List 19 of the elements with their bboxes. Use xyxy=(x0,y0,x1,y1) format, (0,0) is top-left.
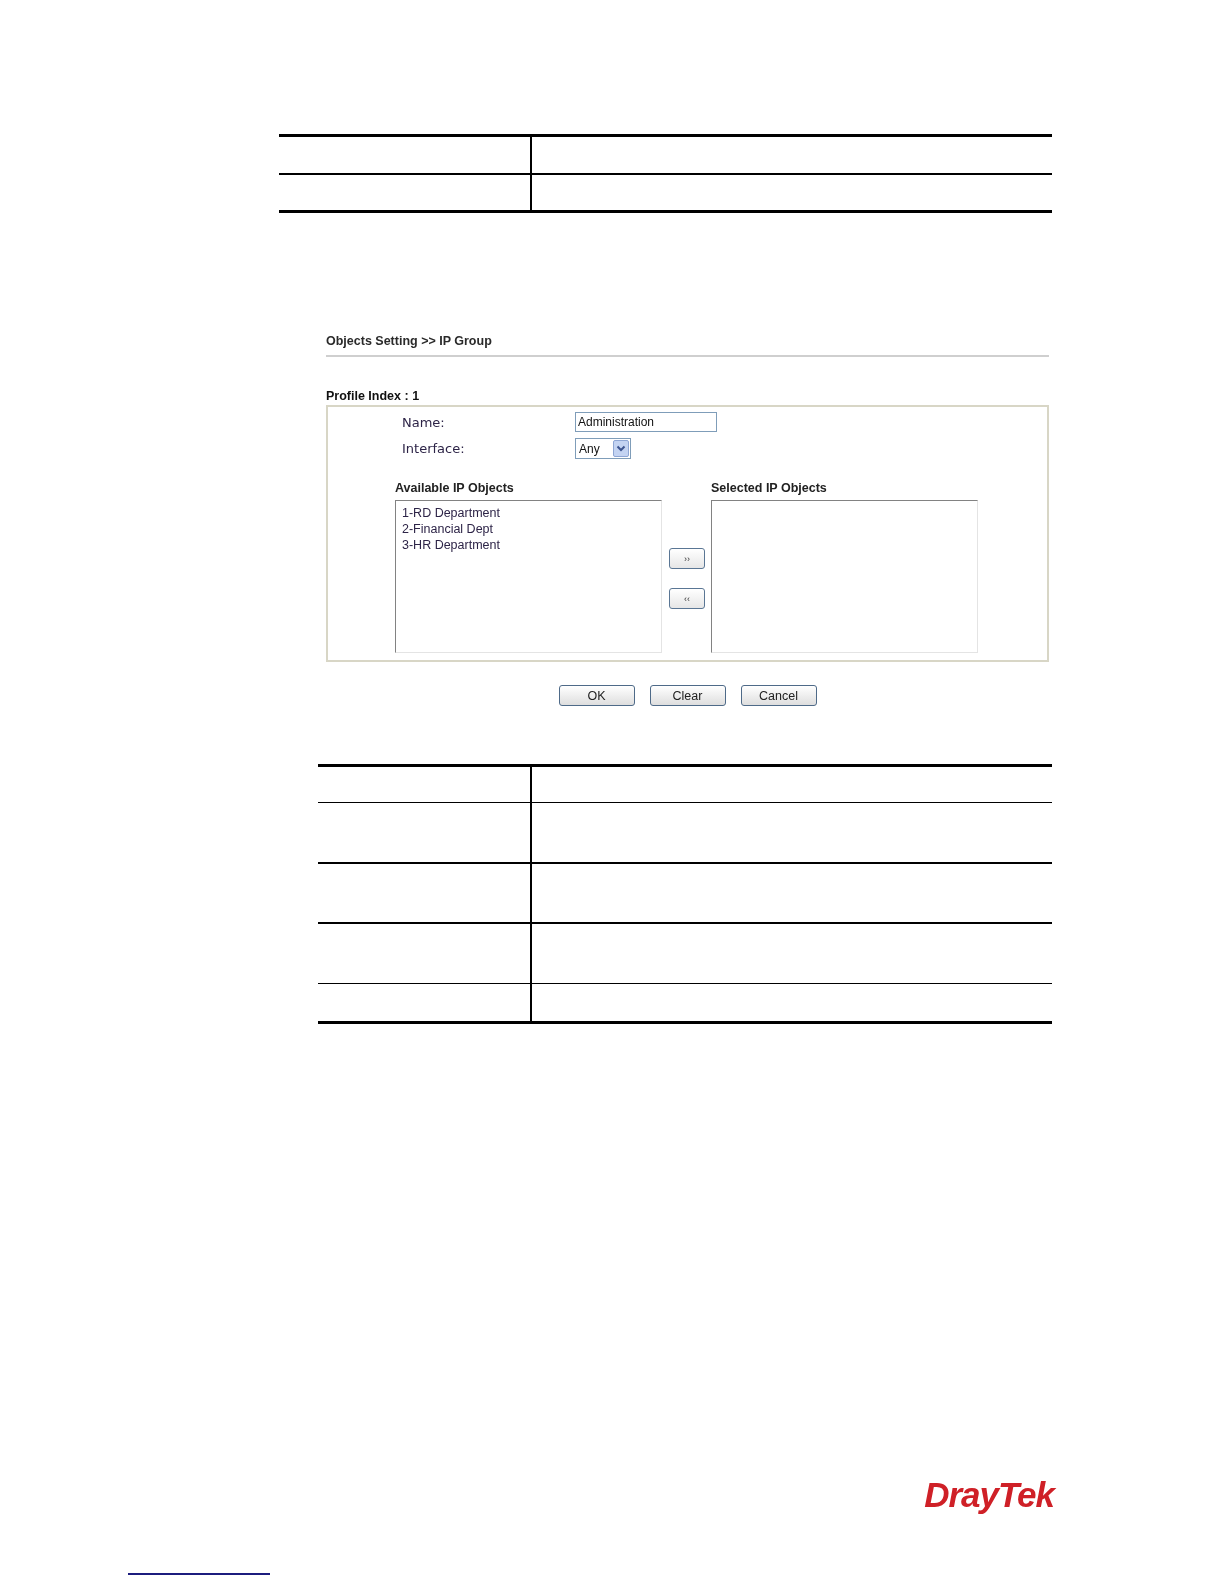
move-button[interactable]: ‹‹ xyxy=(669,588,705,609)
field-label: Interface: xyxy=(402,441,466,456)
move-button[interactable]: ›› xyxy=(669,548,705,569)
interface-select[interactable]: Any xyxy=(575,438,631,459)
form-button[interactable]: Clear xyxy=(649,685,726,706)
list-item[interactable]: 2-Financial Dept xyxy=(401,521,494,537)
list-title: Available IP Objects xyxy=(395,480,514,496)
form-button[interactable]: OK xyxy=(558,685,635,706)
list-title: Selected IP Objects xyxy=(711,480,827,496)
form-button[interactable]: Cancel xyxy=(740,685,817,706)
list-item[interactable]: 1-RD Department xyxy=(401,505,501,521)
name-input[interactable]: Administration xyxy=(575,412,717,432)
brand-logo: DrayTek xyxy=(924,1476,1054,1514)
field-label: Name: xyxy=(402,414,446,430)
available-objects-list[interactable]: 1-RD Department 2-Financial Dept 3-HR Department xyxy=(395,500,662,653)
list-item[interactable]: 3-HR Department xyxy=(401,537,501,553)
selected-objects-list[interactable] xyxy=(711,500,978,653)
breadcrumb-title: Objects Setting >> IP Group xyxy=(326,333,492,349)
profile-index-label: Profile Index : 1 xyxy=(326,388,420,404)
